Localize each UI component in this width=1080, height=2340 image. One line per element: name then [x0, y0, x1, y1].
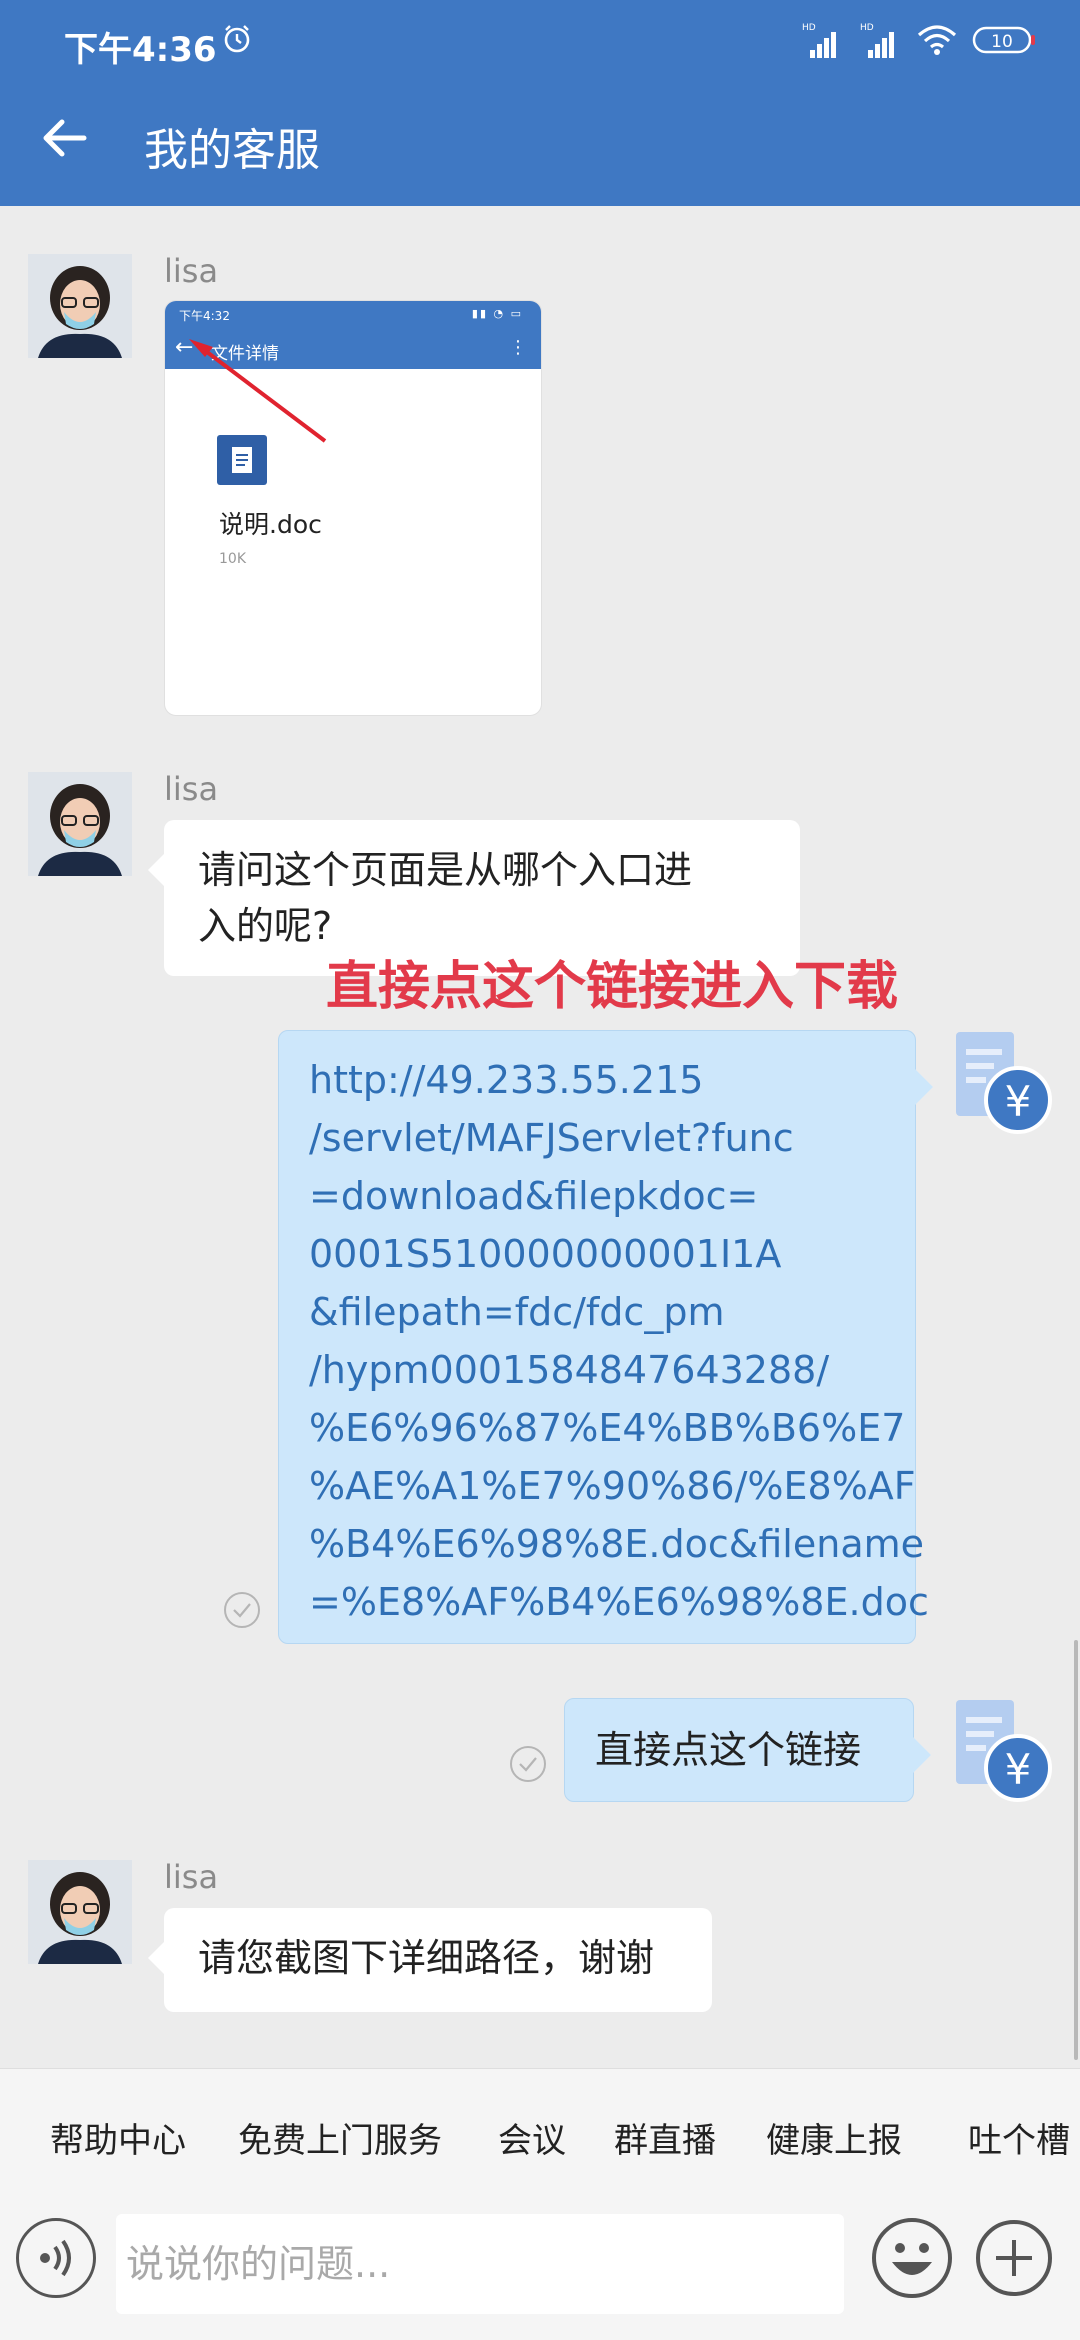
service-avatar-icon[interactable]: ¥ [942, 1696, 1052, 1806]
voice-button[interactable] [16, 2218, 96, 2298]
avatar-lisa[interactable] [28, 254, 132, 358]
link-text-line[interactable]: 0001S510000000001I1A [309, 1225, 885, 1283]
sender-name: lisa [164, 770, 219, 808]
agent-avatar-icon [28, 772, 132, 876]
app-header: 下午4:36 HD HD 10 我的客服 [0, 0, 1080, 206]
sender-name: lisa [164, 1858, 219, 1896]
link-text-line[interactable]: /hypm0001584847643288/ [309, 1341, 885, 1399]
read-check-icon [224, 1592, 260, 1628]
message-text-line: 请问这个页面是从哪个入口进 [198, 848, 693, 892]
wifi-icon [917, 25, 957, 55]
signal-icon: HD [860, 23, 894, 58]
back-arrow-icon[interactable] [38, 112, 90, 164]
svg-text:10: 10 [991, 32, 1013, 52]
svg-text:HD: HD [802, 23, 816, 33]
avatar-lisa[interactable] [28, 1860, 132, 1964]
red-annotation-text: 直接点这个链接进入下载 [326, 957, 899, 1017]
alarm-icon [224, 25, 250, 53]
quick-action-feedback[interactable]: 吐个槽 [968, 2113, 1070, 2162]
svg-text:¥: ¥ [1005, 1077, 1032, 1126]
quick-action-meeting[interactable]: 会议 [498, 2113, 566, 2162]
link-text-line[interactable]: /servlet/MAFJServlet?func [309, 1109, 885, 1167]
emoji-icon[interactable] [870, 2216, 954, 2300]
plus-icon[interactable] [974, 2218, 1054, 2298]
red-arrow-annotation [189, 339, 327, 443]
avatar-lisa[interactable] [28, 772, 132, 876]
status-time: 下午4:36 [64, 30, 217, 70]
link-text-line[interactable]: %B4%E6%98%8E.doc&filename [309, 1515, 924, 1573]
image-message[interactable]: 下午4:32 ▮▮ ◔ ▭ ← 文件详情 ⋮ 说明.doc 10K [164, 300, 542, 716]
quick-action-health-report[interactable]: 健康上报 [766, 2113, 902, 2162]
message-bubble[interactable]: 直接点这个链接 [564, 1698, 931, 1802]
quick-action-live[interactable]: 群直播 [614, 2113, 716, 2162]
link-text-line[interactable]: =download&filepkdoc= [309, 1167, 885, 1225]
link-text-line[interactable]: http://49.233.55.215 [309, 1051, 885, 1109]
link-text-line[interactable]: &filepath=fdc/fdc_pm [309, 1283, 885, 1341]
service-avatar-icon[interactable]: ¥ [942, 1028, 1052, 1138]
quick-action-onsite-service[interactable]: 免费上门服务 [238, 2113, 442, 2162]
signal-icon: HD [802, 23, 836, 58]
page-title: 我的客服 [144, 125, 320, 176]
scrollbar[interactable] [1074, 1640, 1078, 2060]
link-text-line[interactable]: %AE%A1%E7%90%86/%E8%AF [309, 1457, 916, 1515]
battery-icon: 10 [972, 26, 1035, 54]
sender-name: lisa [164, 252, 219, 290]
question-input[interactable] [116, 2214, 844, 2314]
message-text: 请您截图下详细路径，谢谢 [198, 1936, 655, 1980]
quick-action-help-center[interactable]: 帮助中心 [50, 2113, 186, 2162]
agent-avatar-icon [28, 1860, 132, 1964]
link-message-bubble[interactable]: http://49.233.55.215 /servlet/MAFJServle… [278, 1030, 933, 1644]
link-text-line[interactable]: %E6%96%87%E4%BB%B6%E7 [309, 1399, 905, 1457]
link-text-line[interactable]: =%E8%AF%B4%E6%98%8E.doc [309, 1573, 929, 1631]
quick-action-bar: 帮助中心 免费上门服务 会议 群直播 健康上报 吐个槽 [0, 2068, 1080, 2215]
read-check-icon [510, 1746, 546, 1782]
status-icons: HD HD 10 [800, 20, 1036, 60]
voice-icon [40, 2239, 71, 2277]
agent-avatar-icon [28, 254, 132, 358]
svg-text:¥: ¥ [1005, 1745, 1032, 1794]
svg-text:HD: HD [860, 23, 874, 33]
message-bubble[interactable]: 请您截图下详细路径，谢谢 [148, 1908, 712, 2012]
message-text: 直接点这个链接 [595, 1728, 862, 1772]
